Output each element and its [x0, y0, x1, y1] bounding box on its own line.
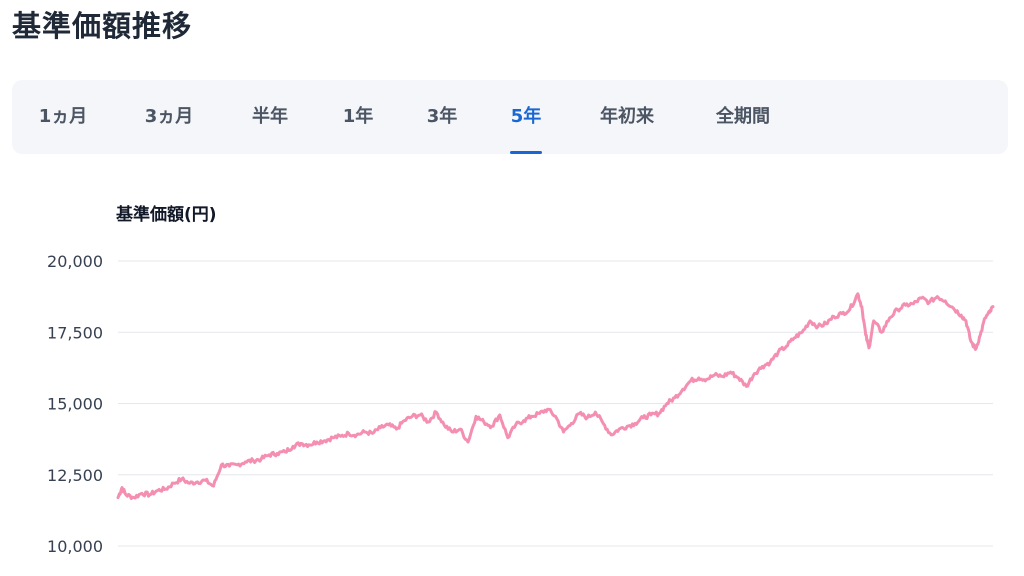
nav-line-chart: 20,000 17,500 15,000 12,500 10,000 [47, 252, 995, 556]
y-tick-label: 17,500 [47, 323, 103, 342]
nav-series-line [116, 292, 995, 500]
y-tick-label: 12,500 [47, 466, 103, 485]
series-layer [116, 292, 995, 500]
y-tick-labels: 20,000 17,500 15,000 12,500 10,000 [47, 252, 103, 556]
y-tick-label: 10,000 [47, 537, 103, 556]
y-tick-label: 20,000 [47, 252, 103, 271]
y-tick-label: 15,000 [47, 395, 103, 414]
